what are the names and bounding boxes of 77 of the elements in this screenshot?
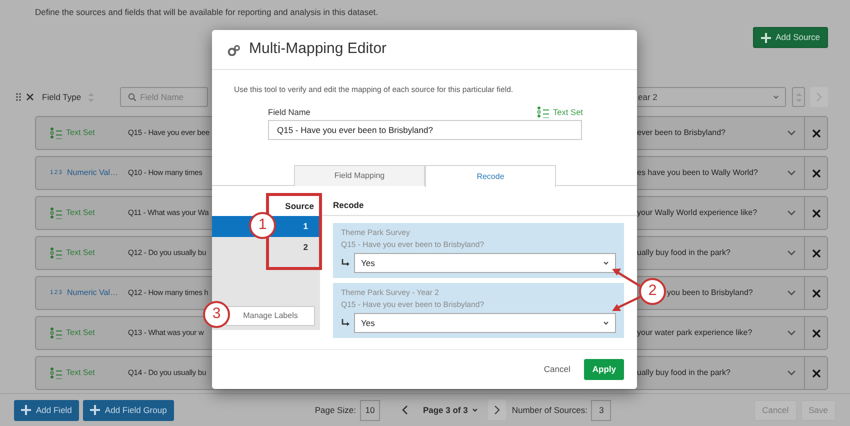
field-type: Text Set: [66, 327, 95, 339]
field-question: your Wally World experience like?: [637, 207, 758, 219]
field-type: Text Set: [66, 247, 95, 259]
tab[interactable]: Recode: [425, 165, 556, 187]
sort-icon: [796, 92, 802, 102]
field-label: Field Name: [268, 106, 310, 118]
chevron-down-icon[interactable]: [787, 169, 796, 177]
sources-count-field[interactable]: 3: [591, 400, 612, 420]
field-question: ever been to Brisbyland?: [637, 127, 726, 139]
list-icon: [537, 106, 550, 118]
field-question: ually buy food in the park?: [637, 247, 732, 259]
search-icon: [128, 93, 136, 101]
chevron-down-icon[interactable]: [787, 129, 796, 137]
plus-icon: [21, 405, 31, 415]
chevron-down-icon[interactable]: [787, 209, 796, 217]
column-header[interactable]: Field Type: [42, 90, 82, 104]
close-icon[interactable]: [812, 168, 820, 178]
chevron-down-icon[interactable]: [787, 249, 796, 257]
list-icon: [50, 127, 62, 139]
apply-button[interactable]: Apply: [584, 359, 624, 380]
chevron-down-icon[interactable]: [787, 289, 796, 297]
page-description: Define the sources and fields that will be available for reporting and analysis in this dataset.: [34, 6, 380, 18]
plus-icon: [760, 32, 771, 42]
close-icon[interactable]: [812, 288, 820, 298]
close-icon[interactable]: [812, 328, 820, 338]
list-icon: [50, 327, 62, 339]
close-icon[interactable]: [812, 248, 820, 258]
column-header: Recode: [333, 199, 364, 212]
page-select[interactable]: Page 3 of 3: [422, 404, 468, 416]
manage-labels-button[interactable]: Manage Labels: [226, 306, 315, 326]
chevron-down-icon: [603, 320, 609, 326]
page-size-label: Page Size:: [314, 404, 356, 416]
field-question: ually buy food in the park?: [637, 367, 732, 379]
next-page-button[interactable]: [488, 400, 506, 420]
chevron-down-icon: [773, 94, 779, 100]
field-type: Numeric Val…: [67, 167, 118, 179]
sources-count-label: Number of Sources:: [512, 404, 588, 416]
plus-icon: [90, 405, 100, 415]
list-icon: [50, 247, 62, 259]
close-icon[interactable]: [812, 368, 820, 378]
drag-handle-icon[interactable]: [16, 93, 21, 101]
chevron-down-icon[interactable]: [787, 369, 796, 377]
field-type: Text Set: [66, 127, 95, 139]
add-source-button[interactable]: Add Source: [752, 27, 828, 48]
chevron-left-icon[interactable]: [402, 405, 408, 415]
chevron-right-icon: [494, 405, 500, 415]
field-question: you been to Brisbyland?: [667, 287, 754, 299]
field-type: Text Set: [66, 207, 95, 219]
callout-arrow: [612, 296, 640, 311]
tab[interactable]: Field Mapping: [294, 165, 425, 186]
modal-title: Multi-Mapping Editor: [249, 39, 387, 60]
field-type: Text Set: [66, 367, 95, 379]
cancel-link[interactable]: Cancel: [544, 363, 570, 376]
add-field-group-button[interactable]: Add Field Group: [82, 400, 174, 420]
source-row[interactable]: 2: [299, 237, 312, 258]
callout-arrow: [612, 268, 641, 287]
recode-select[interactable]: Yes: [354, 313, 616, 334]
add-field-button[interactable]: Add Field: [14, 400, 79, 420]
recode-select[interactable]: Yes: [354, 253, 616, 274]
chevron-down-icon: [472, 407, 478, 413]
field-type: Numeric Val…: [67, 287, 118, 299]
return-arrow-icon: [341, 259, 350, 268]
field-type: Text Set: [553, 106, 583, 118]
chevron-right-icon: [816, 92, 822, 102]
field-name-input[interactable]: Q15 - Have you ever been to Brisbyland?: [268, 120, 582, 140]
return-arrow-icon: [341, 319, 350, 328]
column-header: Source: [285, 200, 314, 212]
close-icon[interactable]: [26, 93, 34, 101]
list-icon: [50, 207, 62, 219]
page-size-field[interactable]: 10: [360, 400, 380, 420]
chevron-down-icon[interactable]: [787, 329, 796, 337]
chevron-down-icon: [603, 260, 609, 266]
close-icon[interactable]: [812, 128, 820, 138]
field-question: es have you been to Wally World?: [637, 167, 759, 179]
list-icon: [50, 367, 62, 379]
field-question: your water park experience like?: [637, 327, 754, 339]
close-icon[interactable]: [812, 208, 820, 218]
